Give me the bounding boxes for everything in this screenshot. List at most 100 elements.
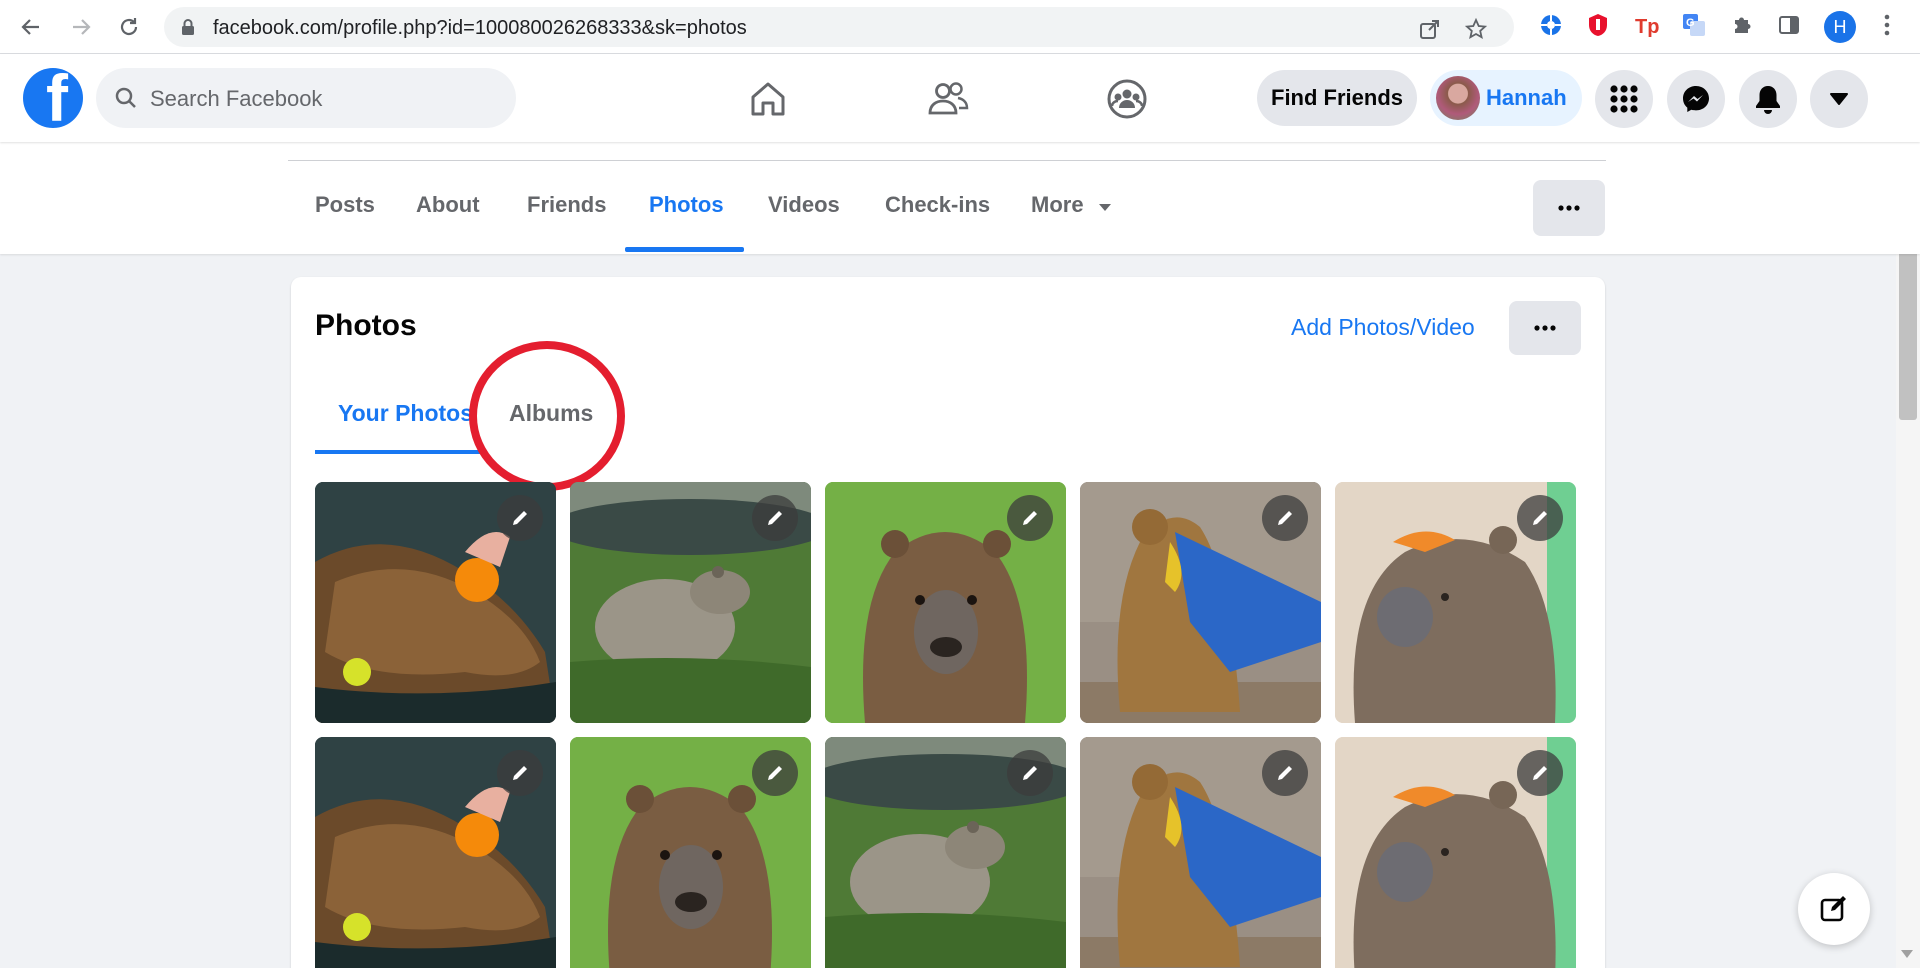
pencil-icon — [1023, 766, 1037, 780]
ellipsis-icon — [1558, 205, 1580, 211]
facebook-logo[interactable]: f — [23, 68, 83, 128]
search-placeholder: Search Facebook — [150, 86, 323, 111]
share-icon[interactable] — [1418, 17, 1442, 41]
tab-videos[interactable]: Videos — [768, 192, 840, 252]
extension-red-shield-icon[interactable] — [1584, 11, 1612, 39]
subtab-your-photos[interactable]: Your Photos — [338, 400, 473, 427]
tab-posts[interactable]: Posts — [315, 192, 375, 252]
photos-title: Photos — [315, 309, 417, 342]
edit-photo-button[interactable] — [1007, 750, 1053, 796]
friends-nav-button[interactable] — [925, 76, 971, 122]
caret-down-icon — [1098, 204, 1111, 211]
side-panel-icon[interactable] — [1775, 11, 1803, 39]
forward-button[interactable] — [66, 12, 96, 42]
browser-menu-icon[interactable] — [1873, 11, 1901, 39]
browser-profile-avatar[interactable]: H — [1824, 11, 1856, 43]
search-icon — [114, 86, 138, 115]
ellipsis-icon — [1534, 325, 1556, 331]
active-subtab-indicator — [315, 450, 481, 454]
tab-friends[interactable]: Friends — [527, 192, 606, 252]
photo-thumbnail[interactable] — [315, 482, 556, 723]
lock-icon — [181, 18, 195, 41]
groups-nav-button[interactable] — [1104, 76, 1150, 122]
photo-thumbnail[interactable] — [1335, 482, 1576, 723]
pencil-icon — [513, 511, 527, 525]
pencil-icon — [768, 766, 782, 780]
photo-thumbnail[interactable] — [1080, 482, 1321, 723]
address-bar[interactable]: facebook.com/profile.php?id=100080026268… — [164, 7, 1514, 47]
extensions-puzzle-icon[interactable] — [1728, 11, 1756, 39]
edit-photo-button[interactable] — [497, 750, 543, 796]
account-button[interactable] — [1810, 70, 1868, 128]
pencil-icon — [1533, 511, 1547, 525]
browser-toolbar: facebook.com/profile.php?id=100080026268… — [0, 0, 1920, 54]
profile-more-options-button[interactable] — [1533, 180, 1605, 236]
tab-more-label: More — [1031, 192, 1084, 217]
photo-thumbnail[interactable] — [315, 737, 556, 968]
reload-icon — [120, 18, 138, 36]
home-icon — [751, 82, 785, 116]
photo-thumbnail[interactable] — [570, 737, 811, 968]
svg-text:Tp: Tp — [1635, 16, 1659, 37]
facebook-header: f Search Facebook Find Friends Hannah — [0, 54, 1920, 142]
scroll-down-arrow[interactable] — [1901, 950, 1913, 958]
reload-button[interactable] — [114, 12, 144, 42]
edit-photo-button[interactable] — [497, 495, 543, 541]
pencil-icon — [513, 766, 527, 780]
svg-text:G: G — [1686, 17, 1695, 29]
messenger-button[interactable] — [1667, 70, 1725, 128]
photo-thumbnail[interactable] — [825, 482, 1066, 723]
active-tab-indicator — [625, 247, 744, 252]
forward-arrow-icon — [73, 19, 91, 35]
photo-thumbnail[interactable] — [1335, 737, 1576, 968]
add-photos-video-link[interactable]: Add Photos/Video — [1291, 314, 1475, 341]
menu-button[interactable] — [1595, 70, 1653, 128]
photo-thumbnail[interactable] — [825, 737, 1066, 968]
groups-icon — [1107, 79, 1147, 119]
pencil-icon — [768, 511, 782, 525]
edit-photo-button[interactable] — [1517, 750, 1563, 796]
messenger-icon — [1683, 86, 1709, 112]
compose-icon — [1820, 896, 1846, 922]
avatar — [1436, 76, 1480, 120]
pencil-icon — [1533, 766, 1547, 780]
edit-photo-button[interactable] — [752, 750, 798, 796]
find-friends-button[interactable]: Find Friends — [1257, 70, 1417, 126]
photos-card: Photos Add Photos/Video Your Photos Albu… — [291, 277, 1605, 968]
friends-icon — [928, 82, 969, 115]
bookmark-star-icon[interactable] — [1464, 17, 1488, 41]
tab-about[interactable]: About — [416, 192, 480, 252]
grid-menu-icon — [1610, 85, 1638, 113]
annotation-circle — [469, 341, 625, 491]
pencil-icon — [1278, 766, 1292, 780]
home-nav-button[interactable] — [745, 76, 791, 122]
google-translate-icon[interactable]: G — [1680, 11, 1708, 39]
chevron-down-icon — [1830, 93, 1848, 105]
user-name: Hannah — [1486, 85, 1567, 110]
tab-photos[interactable]: Photos — [649, 192, 724, 252]
tab-more[interactable]: More — [1031, 192, 1112, 252]
new-message-button[interactable] — [1798, 873, 1870, 945]
profile-chip[interactable]: Hannah — [1430, 70, 1582, 126]
extension-tp-icon[interactable]: Tp — [1633, 11, 1661, 39]
edit-photo-button[interactable] — [1262, 750, 1308, 796]
back-button[interactable] — [16, 12, 46, 42]
pencil-icon — [1278, 511, 1292, 525]
profile-tabs-bar: Posts About Friends Photos Videos Check-… — [0, 142, 1920, 254]
back-arrow-icon — [21, 19, 39, 35]
extension-blue-icon[interactable] — [1537, 11, 1565, 39]
edit-photo-button[interactable] — [1517, 495, 1563, 541]
photo-thumbnail[interactable] — [570, 482, 811, 723]
pencil-icon — [1023, 511, 1037, 525]
edit-photo-button[interactable] — [1262, 495, 1308, 541]
notifications-button[interactable] — [1739, 70, 1797, 128]
photo-thumbnail[interactable] — [1080, 737, 1321, 968]
bell-icon — [1756, 86, 1780, 114]
edit-photo-button[interactable] — [752, 495, 798, 541]
url-text: facebook.com/profile.php?id=100080026268… — [213, 17, 747, 39]
tab-check-ins[interactable]: Check-ins — [885, 192, 990, 252]
search-input[interactable]: Search Facebook — [96, 68, 516, 128]
photos-more-options-button[interactable] — [1509, 301, 1581, 355]
edit-photo-button[interactable] — [1007, 495, 1053, 541]
scrollbar-thumb[interactable] — [1899, 230, 1917, 420]
